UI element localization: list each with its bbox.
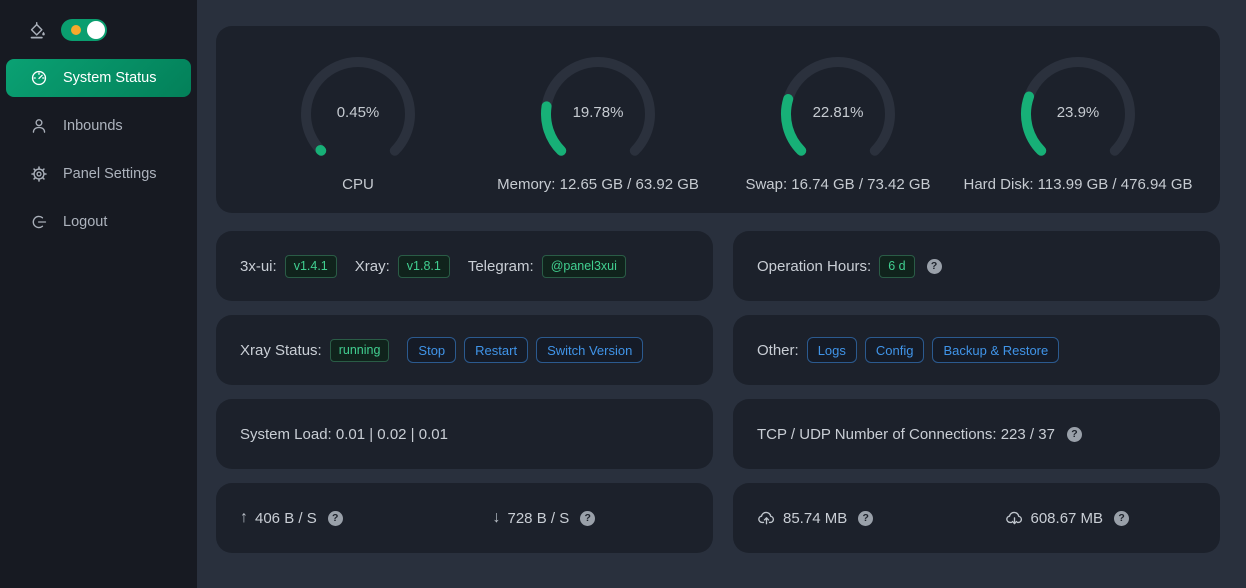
operation-hours-tag: 6 d bbox=[879, 255, 914, 278]
system-load-card: System Load: 0.01 | 0.02 | 0.01 bbox=[216, 399, 713, 469]
sidebar: System Status Inbounds bbox=[0, 0, 197, 588]
gauge-memory: 19.78% Memory: 12.65 GB / 63.92 GB bbox=[478, 52, 718, 213]
user-icon bbox=[30, 117, 48, 135]
gauge-label: CPU bbox=[342, 176, 374, 193]
gauge-value: 22.81% bbox=[776, 104, 900, 121]
sidebar-item-logout[interactable]: Logout bbox=[6, 203, 191, 241]
config-button[interactable]: Config bbox=[865, 337, 925, 363]
system-gauges-card: 0.45% CPU 19.78% Memory: 12.65 GB / 63.9… bbox=[216, 26, 1220, 213]
switch-knob bbox=[87, 21, 105, 39]
connections-card: TCP / UDP Number of Connections: 223 / 3… bbox=[733, 399, 1220, 469]
xray-status-label: Xray Status: bbox=[240, 342, 322, 359]
gauge-cpu: 0.45% CPU bbox=[238, 52, 478, 213]
app-root: System Status Inbounds bbox=[0, 0, 1246, 588]
cloud-download-icon bbox=[1005, 509, 1024, 528]
switch-version-button[interactable]: Switch Version bbox=[536, 337, 643, 363]
xray-version-tag: v1.8.1 bbox=[398, 255, 450, 278]
download-speed-value: 728 B / S bbox=[508, 510, 570, 527]
dashboard-icon bbox=[30, 69, 48, 87]
connections-text: TCP / UDP Number of Connections: 223 / 3… bbox=[757, 426, 1055, 443]
traffic-sent-value: 85.74 MB bbox=[783, 510, 847, 527]
sidebar-item-label: Logout bbox=[63, 214, 107, 230]
bg-colors-icon bbox=[28, 21, 47, 40]
question-circle-icon[interactable]: ? bbox=[858, 511, 873, 526]
arrow-up-icon: ↑ bbox=[240, 509, 248, 527]
total-traffic-card: 85.74 MB ? 608.67 MB ? bbox=[733, 483, 1220, 553]
logout-icon bbox=[30, 213, 48, 231]
telegram-handle-tag[interactable]: @panel3xui bbox=[542, 255, 626, 278]
question-circle-icon[interactable]: ? bbox=[328, 511, 343, 526]
stop-button[interactable]: Stop bbox=[407, 337, 456, 363]
sidebar-header bbox=[0, 0, 197, 55]
gauge-swap: 22.81% Swap: 16.74 GB / 73.42 GB bbox=[718, 52, 958, 213]
network-speed-card: ↑ 406 B / S ? ↓ 728 B / S ? bbox=[216, 483, 713, 553]
question-circle-icon[interactable]: ? bbox=[1114, 511, 1129, 526]
gauge-value: 0.45% bbox=[296, 104, 420, 121]
theme-toggle-switch[interactable] bbox=[61, 19, 107, 41]
gear-icon bbox=[30, 165, 48, 183]
question-circle-icon[interactable]: ? bbox=[927, 259, 942, 274]
other-card: Other: Logs Config Backup & Restore bbox=[733, 315, 1220, 385]
sidebar-item-panel-settings[interactable]: Panel Settings bbox=[6, 155, 191, 193]
telegram-label: Telegram: bbox=[468, 258, 534, 275]
question-circle-icon[interactable]: ? bbox=[1067, 427, 1082, 442]
sidebar-item-label: System Status bbox=[63, 70, 156, 86]
arrow-down-icon: ↓ bbox=[493, 509, 501, 527]
sidebar-item-system-status[interactable]: System Status bbox=[6, 59, 191, 97]
sidebar-menu: System Status Inbounds bbox=[0, 55, 197, 241]
gauge-label: Memory: 12.65 GB / 63.92 GB bbox=[497, 176, 699, 193]
traffic-received-value: 608.67 MB bbox=[1031, 510, 1104, 527]
cloud-upload-icon bbox=[757, 509, 776, 528]
traffic-received: 608.67 MB ? bbox=[981, 509, 1221, 528]
xray-status-card: Xray Status: running Stop Restart Switch… bbox=[216, 315, 713, 385]
upload-speed-value: 406 B / S bbox=[255, 510, 317, 527]
versions-card: 3x-ui: v1.4.1 Xray: v1.8.1 Telegram: @pa… bbox=[216, 231, 713, 301]
gauge-label: Swap: 16.74 GB / 73.42 GB bbox=[745, 176, 930, 193]
xui-version-tag: v1.4.1 bbox=[285, 255, 337, 278]
other-label: Other: bbox=[757, 342, 799, 359]
xui-label: 3x-ui: bbox=[240, 258, 277, 275]
question-circle-icon[interactable]: ? bbox=[580, 511, 595, 526]
operation-hours-card: Operation Hours: 6 d ? bbox=[733, 231, 1220, 301]
gauge-hard-disk: 23.9% Hard Disk: 113.99 GB / 476.94 GB bbox=[958, 52, 1198, 213]
sidebar-item-inbounds[interactable]: Inbounds bbox=[6, 107, 191, 145]
logs-button[interactable]: Logs bbox=[807, 337, 857, 363]
operation-hours-label: Operation Hours: bbox=[757, 258, 871, 275]
traffic-sent: 85.74 MB ? bbox=[733, 509, 973, 528]
sidebar-item-label: Panel Settings bbox=[63, 166, 157, 182]
gauge-value: 19.78% bbox=[536, 104, 660, 121]
sidebar-item-label: Inbounds bbox=[63, 118, 123, 134]
cards-grid: 3x-ui: v1.4.1 Xray: v1.8.1 Telegram: @pa… bbox=[216, 231, 1220, 553]
restart-button[interactable]: Restart bbox=[464, 337, 528, 363]
xray-label: Xray: bbox=[355, 258, 390, 275]
xray-status-tag: running bbox=[330, 339, 390, 362]
gauge-value: 23.9% bbox=[1016, 104, 1140, 121]
backup-restore-button[interactable]: Backup & Restore bbox=[932, 337, 1059, 363]
gauge-label: Hard Disk: 113.99 GB / 476.94 GB bbox=[963, 176, 1192, 193]
download-speed: ↓ 728 B / S ? bbox=[469, 509, 714, 527]
upload-speed: ↑ 406 B / S ? bbox=[216, 509, 461, 527]
main-content: 0.45% CPU 19.78% Memory: 12.65 GB / 63.9… bbox=[197, 0, 1246, 588]
system-load-text: System Load: 0.01 | 0.02 | 0.01 bbox=[240, 426, 448, 443]
sun-icon bbox=[71, 25, 81, 35]
